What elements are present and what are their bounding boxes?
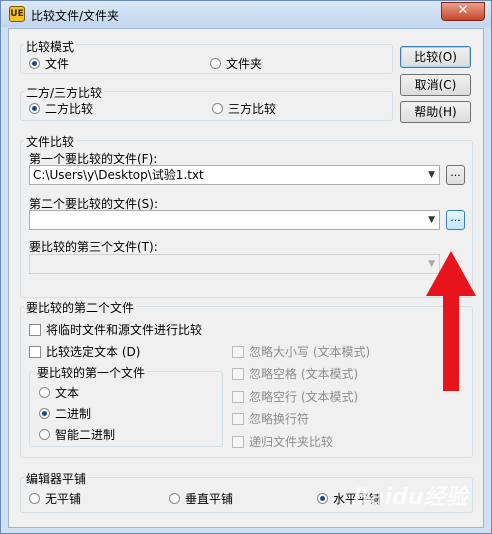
ignore-line-endings-checkbox[interactable]: 忽略换行符 — [232, 410, 309, 427]
close-button[interactable]: ✕ — [441, 2, 485, 21]
radio-binary[interactable]: 二进制 — [39, 405, 91, 422]
radio-two-way-dot[interactable] — [29, 103, 40, 114]
arrow-up-icon — [426, 251, 476, 391]
ignore-space-box[interactable] — [232, 367, 244, 380]
ignore-case-checkbox[interactable]: 忽略大小写 (文本模式) — [232, 343, 370, 360]
second-file-combo[interactable]: ▼ — [29, 210, 440, 230]
chevron-down-icon[interactable]: ▼ — [428, 211, 435, 229]
temp-compare-label: 将临时文件和源文件进行比较 — [46, 323, 203, 337]
compare-selected-checkbox[interactable]: 比较选定文本 (D) — [29, 343, 140, 360]
radio-three-way[interactable]: 三方比较 — [212, 100, 276, 117]
radio-two-way-label: 二方比较 — [45, 102, 94, 116]
radio-file-dot[interactable] — [29, 58, 40, 69]
radio-no-tile-label: 无平铺 — [45, 492, 82, 506]
radio-folder[interactable]: 文件夹 — [210, 55, 262, 72]
compare-mode-label: 比较模式 — [24, 38, 77, 55]
window-title: 比较文件/文件夹 — [31, 9, 120, 23]
third-file-label: 要比较的第三个文件(T): — [29, 240, 158, 254]
ignore-space-label: 忽略空格 (文本模式) — [249, 367, 359, 381]
dialog-body: 比较模式 文件 文件夹 二方/三方比较 二方比较 三方比较 比较(O) 取消(C… — [8, 28, 484, 528]
ignore-blank-lines-box[interactable] — [232, 390, 244, 403]
radio-text[interactable]: 文本 — [39, 384, 79, 401]
temp-compare-checkbox[interactable]: 将临时文件和源文件进行比较 — [29, 321, 202, 338]
watermark: Baidu经验 — [353, 485, 468, 510]
radio-vertical-tile[interactable]: 垂直平铺 — [169, 490, 233, 507]
second-file-group-label: 要比较的第二个文件 — [24, 299, 137, 316]
ignore-blank-lines-label: 忽略空行 (文本模式) — [249, 390, 359, 404]
radio-no-tile-dot[interactable] — [29, 493, 40, 504]
chevron-down-icon[interactable]: ▼ — [428, 166, 435, 184]
recursive-folder-label: 递归文件夹比较 — [249, 435, 334, 449]
browse-second-button[interactable]: ... — [446, 210, 465, 230]
first-file-combo[interactable]: C:\Users\y\Desktop\试验1.txt ▼ — [29, 165, 440, 185]
radio-folder-label: 文件夹 — [226, 57, 263, 71]
file-compare-label: 文件比较 — [24, 133, 77, 150]
radio-three-way-dot[interactable] — [212, 103, 223, 114]
ignore-case-box[interactable] — [232, 345, 244, 358]
recursive-folder-checkbox[interactable]: 递归文件夹比较 — [232, 433, 333, 450]
title-bar: UE 比较文件/文件夹 ✕ — [1, 1, 491, 27]
radio-smart-binary[interactable]: 智能二进制 — [39, 426, 115, 443]
ignore-line-endings-box[interactable] — [232, 412, 244, 425]
radio-file-label: 文件 — [45, 57, 70, 71]
radio-binary-label: 二进制 — [55, 407, 92, 421]
ignore-space-checkbox[interactable]: 忽略空格 (文本模式) — [232, 365, 358, 382]
radio-two-way[interactable]: 二方比较 — [29, 100, 93, 117]
radio-text-dot[interactable] — [39, 387, 50, 398]
recursive-folder-box[interactable] — [232, 435, 244, 448]
compare-selected-box[interactable] — [29, 345, 41, 358]
third-file-combo[interactable]: ▼ — [29, 254, 440, 274]
editor-tile-label: 编辑器平铺 — [24, 470, 89, 487]
radio-three-way-label: 三方比较 — [228, 102, 277, 116]
help-button[interactable]: 帮助(H) — [400, 101, 471, 123]
cancel-button[interactable]: 取消(C) — [400, 74, 471, 96]
radio-binary-dot[interactable] — [39, 408, 50, 419]
compare-selected-label: 比较选定文本 (D) — [46, 345, 141, 359]
temp-compare-box[interactable] — [29, 323, 41, 336]
browse-first-button[interactable]: ... — [446, 165, 465, 185]
radio-vertical-tile-label: 垂直平铺 — [185, 492, 234, 506]
radio-vertical-tile-dot[interactable] — [169, 493, 180, 504]
app-logo-icon: UE — [9, 6, 25, 22]
two-three-label: 二方/三方比较 — [24, 84, 105, 101]
radio-horizontal-tile-dot[interactable] — [317, 493, 328, 504]
compare-dialog: UE 比较文件/文件夹 ✕ 比较模式 文件 文件夹 二方/三方比较 二方比较 三… — [0, 0, 492, 534]
ignore-line-endings-label: 忽略换行符 — [249, 412, 310, 426]
radio-no-tile[interactable]: 无平铺 — [29, 490, 81, 507]
compare-button[interactable]: 比较(O) — [400, 46, 471, 68]
radio-text-label: 文本 — [55, 386, 80, 400]
ignore-blank-lines-checkbox[interactable]: 忽略空行 (文本模式) — [232, 388, 358, 405]
radio-smart-binary-dot[interactable] — [39, 429, 50, 440]
radio-folder-dot[interactable] — [210, 58, 221, 69]
first-file-type-label: 要比较的第一个文件 — [35, 364, 148, 381]
radio-smart-binary-label: 智能二进制 — [55, 428, 116, 442]
ignore-case-label: 忽略大小写 (文本模式) — [249, 345, 371, 359]
first-file-value: C:\Users\y\Desktop\试验1.txt — [33, 168, 204, 182]
red-arrow-annotation — [426, 251, 476, 391]
radio-file[interactable]: 文件 — [29, 55, 69, 72]
